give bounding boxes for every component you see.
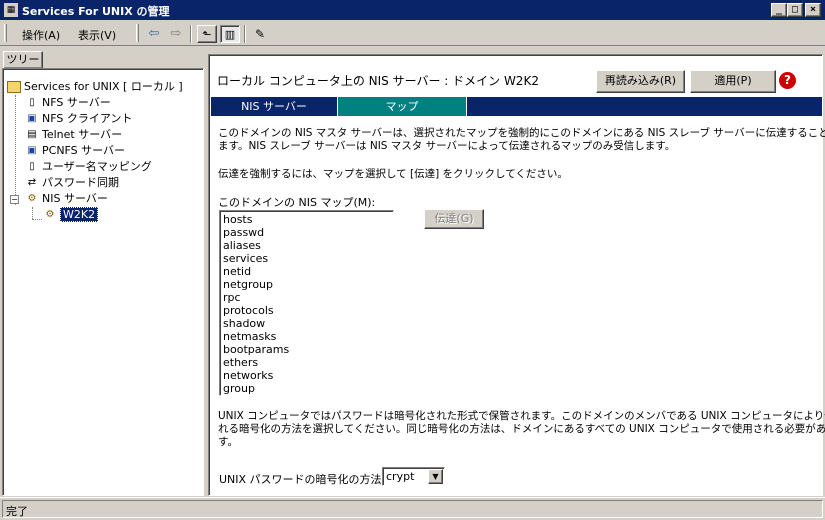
- server-icon: ▯: [29, 161, 35, 172]
- tab-maps[interactable]: マップ: [337, 97, 467, 116]
- list-item[interactable]: netid: [220, 265, 393, 278]
- window-title: Services For UNIX の管理: [22, 5, 170, 18]
- maximize-button[interactable]: □: [787, 3, 803, 17]
- chevron-down-icon[interactable]: ▼: [428, 469, 443, 484]
- tree-root[interactable]: Services for UNIX [ ローカル ]: [7, 79, 183, 95]
- menu-view[interactable]: 表示(V): [78, 27, 116, 43]
- tree-item-label: NFS クライアント: [42, 112, 133, 125]
- toolbar-separator: [190, 25, 192, 43]
- description-propagate-2: ます。NIS スレーブ サーバーは NIS マスタ サーバーによって伝達されるマ…: [218, 140, 676, 152]
- close-button[interactable]: ×: [805, 3, 821, 17]
- network-icon: ▣: [27, 145, 37, 156]
- tree-item-label: Telnet サーバー: [42, 128, 123, 141]
- folder-icon: [7, 81, 21, 93]
- expand-collapse-icon[interactable]: −: [10, 195, 19, 204]
- list-item[interactable]: aliases: [220, 239, 393, 252]
- up-folder-icon[interactable]: ⬑: [197, 25, 217, 43]
- description-instruction: 伝達を強制するには、マップを選択して [伝達] をクリックしてください。: [218, 168, 568, 180]
- encryption-description-3: す。: [218, 436, 238, 448]
- description-propagate-1: このドメインの NIS マスタ サーバーは、選択されたマップを強制的にこのドメイ…: [218, 127, 825, 139]
- encryption-description-2: れる暗号化の方法を選択してください。同じ暗号化の方法は、ドメインにあるすべての …: [218, 423, 825, 435]
- status-bar: 完了: [0, 497, 825, 520]
- status-panel: 完了: [2, 500, 823, 518]
- app-icon: ▦: [4, 3, 18, 17]
- tree-item-label: PCNFS サーバー: [42, 144, 126, 157]
- maps-label: このドメインの NIS マップ(M):: [218, 196, 376, 209]
- server-icon: ▯: [29, 97, 35, 108]
- tree-root-label: Services for UNIX [ ローカル ]: [24, 80, 183, 93]
- encryption-select-value: crypt: [386, 470, 415, 483]
- list-item[interactable]: rpc: [220, 291, 393, 304]
- tree-item-label: パスワード同期: [42, 176, 119, 189]
- computer-icon: ▣: [27, 113, 37, 124]
- tree-item-w2k2[interactable]: ⚙ W2K2: [43, 207, 99, 223]
- list-item[interactable]: shadow: [220, 317, 393, 330]
- list-item[interactable]: hosts: [220, 213, 393, 226]
- menu-action[interactable]: 操作(A): [22, 27, 60, 43]
- tree-item-nis-server[interactable]: ⚙ NIS サーバー: [25, 191, 108, 207]
- status-text: 完了: [6, 505, 28, 518]
- tree-line: [15, 95, 16, 205]
- domain-icon: ⚙: [45, 209, 55, 220]
- tab-nis-server[interactable]: NIS サーバー: [211, 97, 337, 116]
- list-item[interactable]: protocols: [220, 304, 393, 317]
- tree-item-label: W2K2: [60, 207, 99, 222]
- tree-item-nfs-server[interactable]: ▯ NFS サーバー: [25, 95, 111, 111]
- menu-toolbar-bar: 操作(A) 表示(V) ⇦ ⇨ ⬑ ▥ ✎: [0, 22, 825, 46]
- tree-pane[interactable]: Services for UNIX [ ローカル ] ▯ NFS サーバー ▣ NF…: [2, 68, 204, 496]
- tab-strip: NIS サーバー マップ: [211, 97, 822, 116]
- back-arrow-icon[interactable]: ⇦: [144, 25, 164, 43]
- tree-item-password-sync[interactable]: ⇄ パスワード同期: [25, 175, 119, 191]
- tab-tree[interactable]: ツリー: [3, 51, 43, 69]
- help-question-icon[interactable]: ?: [779, 72, 796, 89]
- encryption-label: UNIX パスワードの暗号化の方法:: [219, 473, 386, 486]
- show-tree-icon[interactable]: ▥: [220, 25, 240, 43]
- tree-item-label: ユーザー名マッピング: [42, 160, 152, 173]
- tree-item-pcnfs-server[interactable]: ▣ PCNFS サーバー: [25, 143, 125, 159]
- list-item[interactable]: networks: [220, 369, 393, 382]
- forward-arrow-icon[interactable]: ⇨: [166, 25, 186, 43]
- list-item[interactable]: services: [220, 252, 393, 265]
- tree-item-label: NFS サーバー: [42, 96, 111, 109]
- help-icon[interactable]: ✎: [250, 25, 270, 43]
- list-item[interactable]: netmasks: [220, 330, 393, 343]
- list-item[interactable]: group: [220, 382, 393, 395]
- encryption-select[interactable]: crypt ▼: [382, 467, 445, 486]
- toolbar-separator-2: [244, 25, 246, 43]
- tree-item-user-mapping[interactable]: ▯ ユーザー名マッピング: [25, 159, 152, 175]
- sync-icon: ⇄: [27, 177, 37, 188]
- apply-button[interactable]: 適用(P): [690, 70, 776, 93]
- telnet-icon: ▤: [27, 129, 37, 140]
- minimize-button[interactable]: _: [771, 3, 787, 17]
- list-item[interactable]: bootparams: [220, 343, 393, 356]
- nis-maps-listbox[interactable]: hosts passwd aliases services netid netg…: [219, 210, 394, 396]
- list-item[interactable]: netgroup: [220, 278, 393, 291]
- reload-button[interactable]: 再読み込み(R): [596, 70, 685, 93]
- tree-item-telnet-server[interactable]: ▤ Telnet サーバー: [25, 127, 122, 143]
- page-title: ローカル コンピュータ上の NIS サーバー : ドメイン W2K2: [217, 74, 539, 88]
- propagate-button[interactable]: 伝達(G): [424, 209, 484, 229]
- toolbar-grip[interactable]: [136, 24, 139, 42]
- title-bar[interactable]: ▦ Services For UNIX の管理 _ □ ×: [0, 0, 825, 20]
- menu-grip[interactable]: [4, 24, 7, 42]
- tree-line-2: [32, 207, 33, 219]
- tree-item-nfs-client[interactable]: ▣ NFS クライアント: [25, 111, 132, 127]
- list-item[interactable]: ethers: [220, 356, 393, 369]
- encryption-description-1: UNIX コンピュータではパスワードは暗号化された形式で保管されます。このドメイ…: [218, 410, 825, 422]
- nis-server-icon: ⚙: [27, 193, 37, 204]
- tree-line-3: [32, 219, 42, 220]
- tree-item-label: NIS サーバー: [42, 192, 108, 205]
- list-item[interactable]: passwd: [220, 226, 393, 239]
